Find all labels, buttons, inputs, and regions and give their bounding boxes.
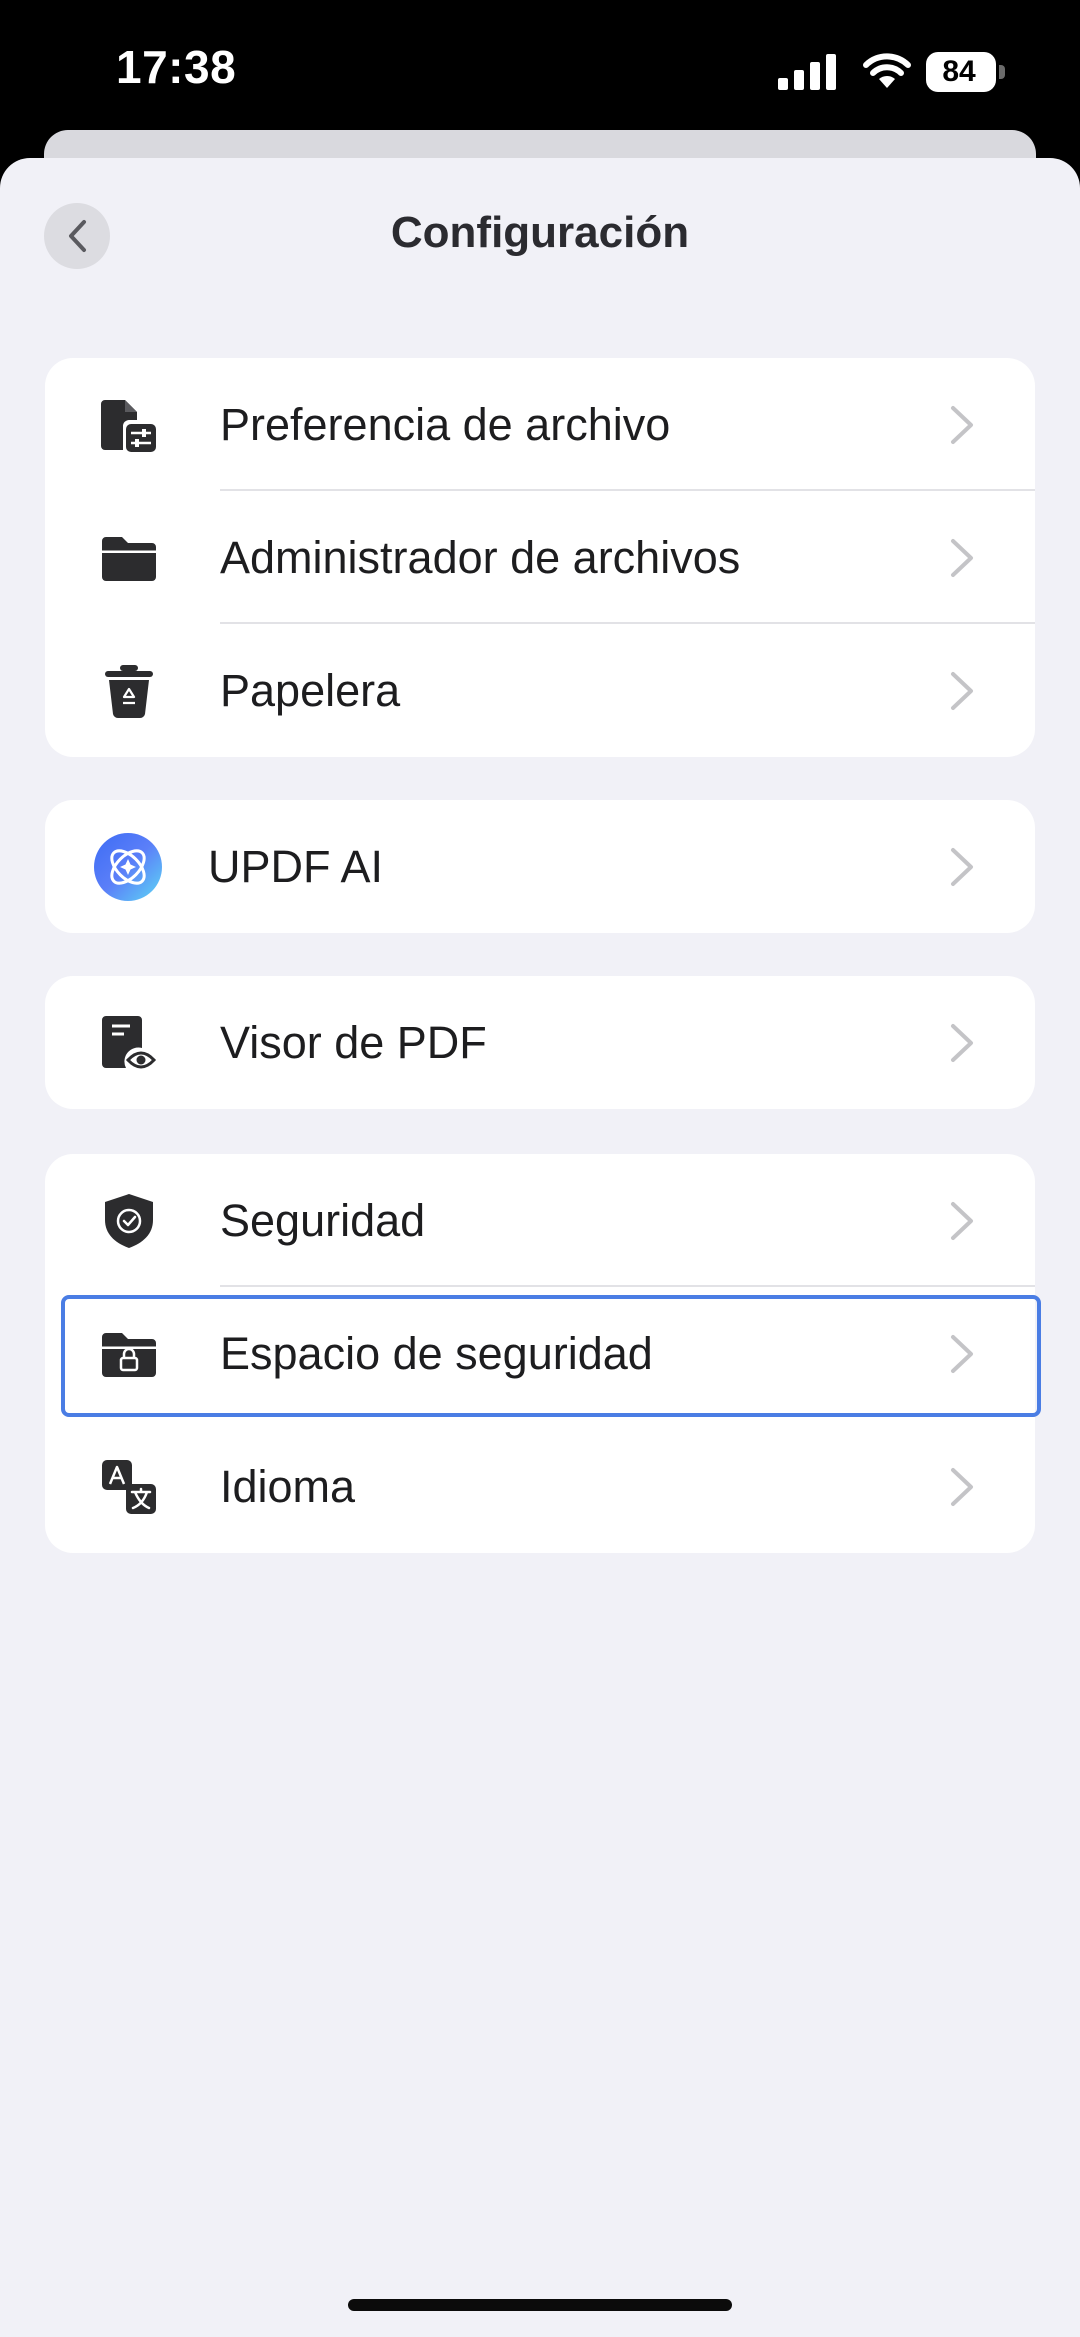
battery-level: 84 [942,55,976,88]
chevron-right-icon [951,1468,973,1506]
settings-item-label: Idioma [220,1461,356,1512]
home-indicator[interactable] [348,2299,732,2311]
settings-item-label: Papelera [220,665,401,716]
chevron-right-icon [951,406,973,444]
settings-group-ai: UPDF AI [45,800,1035,933]
settings-item-label: Preferencia de archivo [220,399,671,450]
settings-sheet: Configuración Preferencia de archivo Adm… [0,158,1080,2337]
chevron-right-icon [951,1202,973,1240]
file-settings-icon [101,400,156,452]
cellular-signal-icon [778,54,836,90]
settings-item-label: Seguridad [220,1195,426,1246]
settings-group-viewer: Visor de PDF [45,976,1035,1109]
settings-item-label: Visor de PDF [220,1017,487,1068]
translate-icon [102,1460,156,1514]
updf-ai-icon [94,833,162,901]
trash-icon [105,665,153,719]
shield-check-icon [105,1194,153,1248]
settings-item-label: Administrador de archivos [220,532,741,583]
battery-icon: 84 [926,52,1006,92]
settings-item-secure-space[interactable]: Espacio de seguridad [45,1287,1041,1420]
chevron-right-icon [951,848,973,886]
settings-item-language[interactable]: Idioma [45,1420,1035,1553]
chevron-right-icon [951,672,973,710]
settings-item-file-preference[interactable]: Preferencia de archivo [45,358,1035,491]
settings-item-label: Espacio de seguridad [220,1328,653,1379]
lock-folder-icon [102,1333,156,1377]
settings-item-label: UPDF AI [208,841,384,892]
chevron-right-icon [951,539,973,577]
nav-bar: Configuración [0,158,1080,308]
folder-icon [102,537,156,581]
pdf-viewer-icon [102,1016,157,1069]
settings-item-file-manager[interactable]: Administrador de archivos [45,491,1035,624]
settings-item-security[interactable]: Seguridad [45,1154,1035,1287]
chevron-right-icon [951,1024,973,1062]
status-icons: 84 [778,50,1008,92]
status-time: 17:38 [116,41,237,93]
wifi-icon [863,53,911,88]
settings-item-trash[interactable]: Papelera [45,624,1035,757]
settings-group-files: Preferencia de archivo Administrador de … [45,358,1035,757]
settings-item-updf-ai[interactable]: UPDF AI [45,800,1035,933]
settings-group-security: Seguridad Espacio de seguridad Idioma [45,1154,1041,1553]
chevron-right-icon [951,1335,973,1373]
settings-item-pdf-viewer[interactable]: Visor de PDF [45,976,1035,1109]
status-bar: 17:38 84 [0,0,1080,140]
page-title: Configuración [390,208,690,257]
